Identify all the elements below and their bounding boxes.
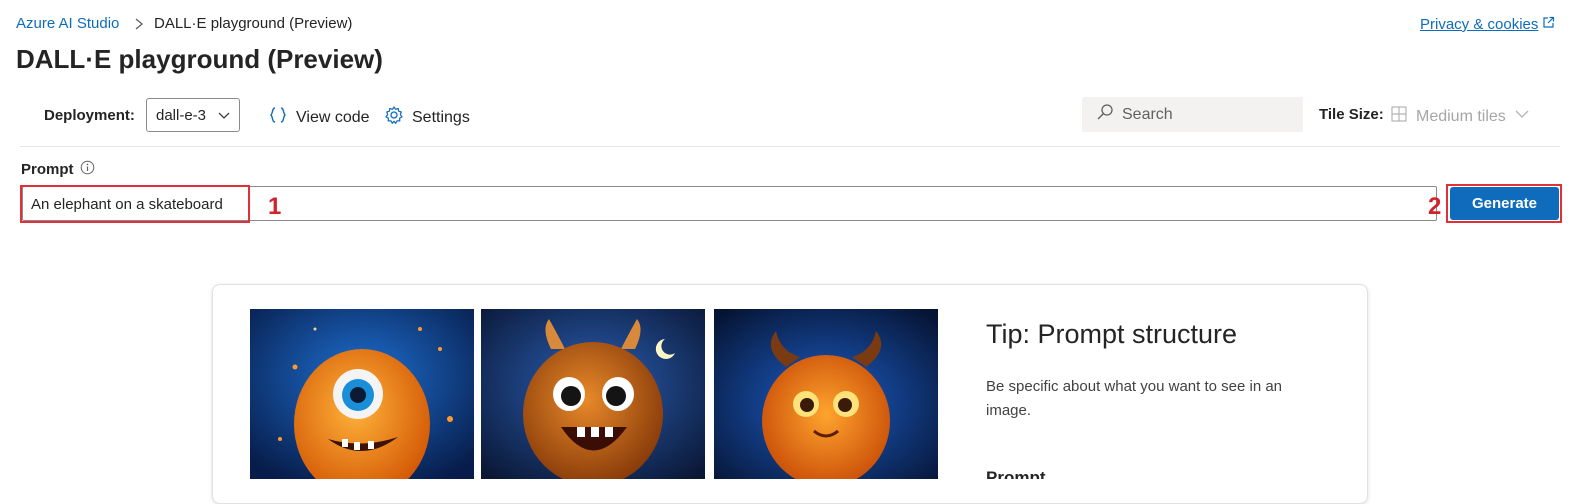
grid-icon — [1390, 105, 1408, 128]
sample-image-orange-cyclops-monster — [250, 309, 474, 479]
settings-button[interactable]: Settings — [384, 105, 470, 130]
deployment-value: dall-e-3 — [156, 106, 207, 124]
privacy-link-label[interactable]: Privacy & cookies — [1420, 16, 1538, 33]
search-input[interactable]: Search — [1082, 97, 1303, 132]
annotation-number-1: 1 — [268, 193, 282, 220]
external-link-icon — [1542, 16, 1555, 33]
tip-body: Be specific about what you want to see i… — [986, 378, 1283, 419]
sample-image-furry-horned-monster — [481, 309, 705, 479]
settings-label: Settings — [412, 108, 470, 126]
breadcrumb-root-link[interactable]: Azure AI Studio — [16, 15, 119, 32]
tip-title: Tip: Prompt structure — [986, 319, 1238, 349]
tip-next-heading: Prompt — [986, 468, 1046, 479]
deployment-label: Deployment: — [44, 107, 135, 124]
prompt-label-text: Prompt — [21, 161, 74, 178]
chevron-down-icon — [1514, 106, 1530, 127]
annotation-number-2: 2 — [1428, 193, 1442, 220]
tile-size-label: Tile Size: — [1319, 106, 1384, 123]
deployment-dropdown[interactable]: dall-e-3 — [146, 98, 240, 132]
privacy-cookies-link[interactable]: Privacy & cookies — [1420, 16, 1555, 33]
generate-button[interactable]: Generate — [1450, 187, 1559, 220]
gear-icon — [384, 105, 404, 130]
tile-size-value: Medium tiles — [1416, 107, 1506, 125]
chevron-down-icon — [217, 108, 231, 126]
info-icon[interactable] — [80, 160, 95, 179]
view-code-button[interactable]: View code — [268, 105, 370, 130]
toolbar-divider — [20, 146, 1560, 147]
prompt-label: Prompt — [21, 160, 95, 179]
search-placeholder: Search — [1122, 105, 1173, 123]
search-icon — [1096, 103, 1114, 126]
sample-image-glowing-horned-monster — [714, 309, 938, 479]
braces-icon — [268, 105, 288, 130]
breadcrumb-current: DALL·E playground (Preview) — [154, 15, 353, 32]
tile-size-dropdown[interactable]: Medium tiles — [1390, 105, 1530, 128]
chevron-right-icon — [131, 14, 147, 34]
page-title: DALL·E playground (Preview) — [16, 44, 383, 74]
annotation-highlight-1 — [20, 185, 250, 223]
view-code-label: View code — [296, 108, 370, 126]
